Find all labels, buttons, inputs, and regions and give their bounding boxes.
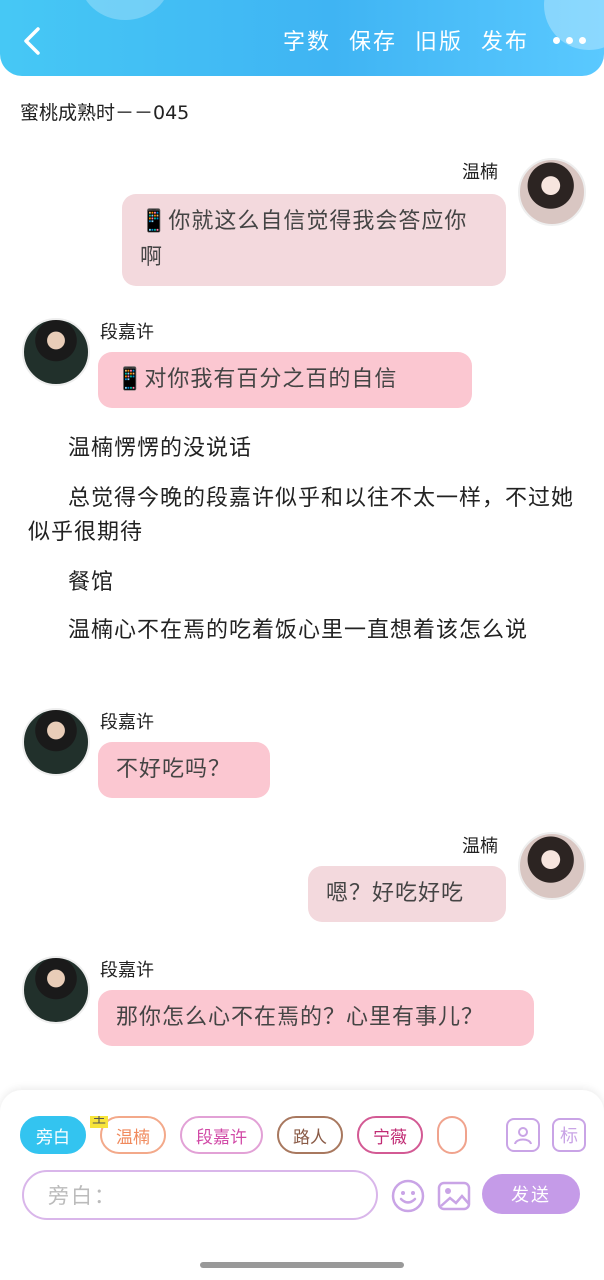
chevron-left-icon[interactable] — [20, 26, 46, 56]
speaker-name: 温楠 — [462, 162, 498, 183]
narration-text[interactable]: 温楠愣愣的没说话 — [28, 432, 576, 466]
avatar-wennan[interactable] — [518, 158, 586, 226]
word-count-button[interactable]: 字数 — [283, 24, 331, 56]
tag-button[interactable]: 标 — [552, 1118, 586, 1152]
speaker-name: 段嘉许 — [100, 712, 154, 733]
role-chip-label: 温楠 — [116, 1127, 150, 1148]
message-bubble[interactable]: 不好吃吗？ — [98, 742, 270, 798]
emoji-icon[interactable] — [390, 1178, 426, 1214]
role-chip-partial[interactable] — [437, 1116, 467, 1154]
speaker-name: 温楠 — [462, 836, 498, 857]
message-input[interactable]: 旁白： — [22, 1170, 378, 1220]
role-chip-duanjiaxu[interactable]: 段嘉许 — [180, 1116, 263, 1154]
toolbar: 字数 保存 旧版 发布 — [283, 24, 586, 56]
narration-text[interactable]: 总觉得今晚的段嘉许似乎和以往不太一样，不过她似乎很期待 — [28, 482, 576, 550]
send-button[interactable]: 发送 — [482, 1174, 580, 1214]
speaker-name: 段嘉许 — [100, 322, 154, 343]
role-chip-passerby[interactable]: 路人 — [277, 1116, 343, 1154]
document-title: 蜜桃成熟时－－045 — [20, 102, 190, 124]
main-role-tag: 主 — [90, 1116, 108, 1128]
narration-text[interactable]: 餐馆 — [28, 566, 576, 600]
avatar-wennan[interactable] — [518, 832, 586, 900]
top-app-bar: 字数 保存 旧版 发布 — [0, 0, 604, 76]
message-bubble[interactable]: 📱对你我有百分之百的自信 — [98, 352, 472, 408]
avatar-duanjiaxu[interactable] — [22, 318, 90, 386]
avatar-duanjiaxu[interactable] — [22, 708, 90, 776]
role-chip-narrator[interactable]: 旁白 — [20, 1116, 86, 1154]
narration-text[interactable]: 温楠心不在焉的吃着饭心里一直想着该怎么说 — [28, 614, 576, 648]
image-icon[interactable] — [436, 1178, 472, 1214]
character-manage-icon[interactable] — [506, 1118, 540, 1152]
home-indicator — [200, 1262, 404, 1268]
message-bubble[interactable]: 📱你就这么自信觉得我会答应你啊 — [122, 194, 506, 286]
person-icon — [514, 1127, 532, 1145]
message-bubble[interactable]: 嗯？好吃好吃 — [308, 866, 506, 922]
role-chip-wennan[interactable]: 主 温楠 — [90, 1116, 166, 1154]
role-chip-bar: 旁白 主 温楠 段嘉许 路人 宁薇 — [20, 1116, 490, 1154]
old-version-button[interactable]: 旧版 — [415, 24, 463, 56]
message-bubble[interactable]: 那你怎么心不在焉的？心里有事儿？ — [98, 990, 534, 1046]
speaker-name: 段嘉许 — [100, 960, 154, 981]
avatar-duanjiaxu[interactable] — [22, 956, 90, 1024]
save-button[interactable]: 保存 — [349, 24, 397, 56]
role-chip-ningwei[interactable]: 宁薇 — [357, 1116, 423, 1154]
decor-bubble — [80, 0, 170, 20]
more-dots-icon[interactable] — [553, 36, 586, 44]
publish-button[interactable]: 发布 — [481, 24, 529, 56]
composer-panel: 旁白 主 温楠 段嘉许 路人 宁薇 标 旁白： 发送 — [0, 1090, 604, 1280]
